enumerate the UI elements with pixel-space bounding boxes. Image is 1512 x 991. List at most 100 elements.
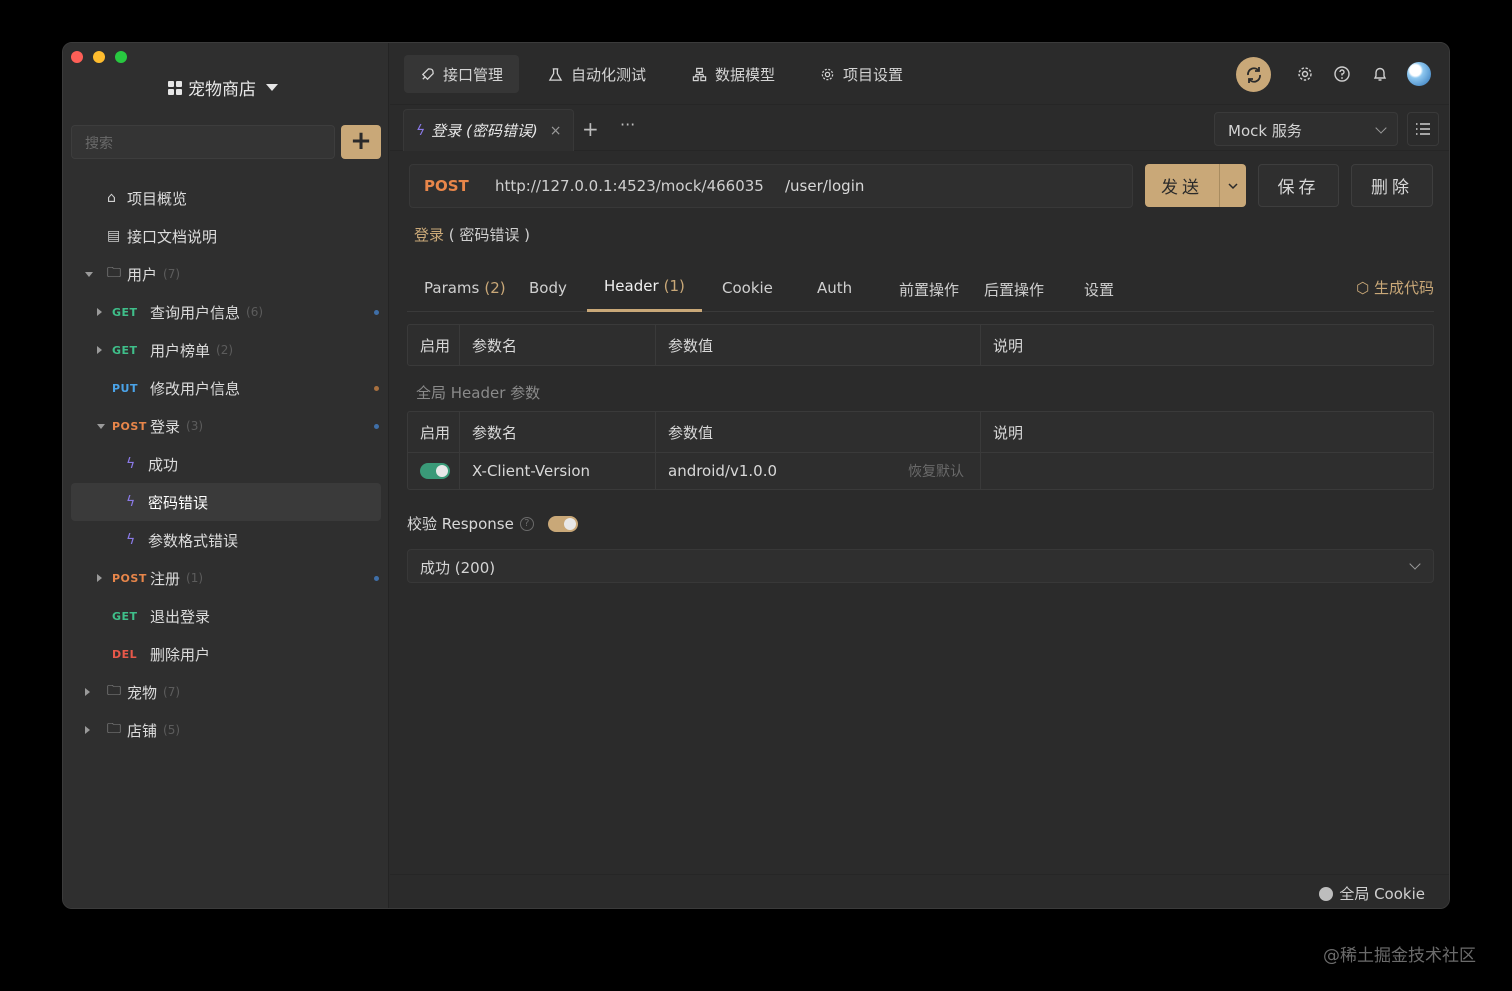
- sidebar-item-api[interactable]: PUT 修改用户信息: [63, 369, 389, 407]
- col-name: 参数名: [460, 325, 656, 365]
- environment-select[interactable]: Mock 服务: [1214, 112, 1398, 146]
- status-dot: [374, 385, 379, 391]
- sidebar-item-page[interactable]: ▤ 接口文档说明: [63, 217, 389, 255]
- method-badge: POST: [112, 419, 147, 433]
- settings-gear-icon[interactable]: [1296, 65, 1314, 83]
- bell-icon[interactable]: [1371, 65, 1389, 83]
- url-bar[interactable]: POST http://127.0.0.1:4523/mock/466035 /…: [409, 164, 1133, 208]
- avatar[interactable]: [1407, 62, 1431, 86]
- nav-tab-settings[interactable]: 项目设置: [804, 55, 919, 93]
- more-tabs-button[interactable]: ···: [620, 115, 635, 134]
- response-select-value: 成功 (200): [420, 559, 496, 577]
- close-icon[interactable]: ×: [550, 123, 562, 139]
- method-badge: GET: [112, 343, 138, 357]
- param-name-cell[interactable]: X-Client-Version: [460, 453, 656, 489]
- chevron-right-icon[interactable]: [97, 308, 102, 316]
- sidebar-item-api[interactable]: GET 查询用户信息 (6): [63, 293, 389, 331]
- param-tab-label: 设置: [1084, 281, 1115, 299]
- project-switcher[interactable]: 宠物商店: [168, 75, 278, 100]
- sidebar-item-case[interactable]: ϟ 参数格式错误: [63, 521, 389, 559]
- bank-icon: ⌂: [107, 190, 116, 206]
- generate-code-button[interactable]: ⬡ 生成代码: [1356, 277, 1434, 298]
- param-tab[interactable]: Body: [512, 279, 584, 297]
- param-value-cell[interactable]: android/v1.0.0 恢复默认: [656, 453, 981, 489]
- minimize-window-button[interactable]: [93, 51, 105, 63]
- method-label[interactable]: POST: [410, 177, 495, 195]
- restore-default-button[interactable]: 恢复默认: [908, 461, 964, 481]
- app-window: 宠物商店 搜索 + ⌂ 项目概览 ▤ 接口文档说明 🗀 用户 (7) GET 查询用户信息 (6)…: [62, 42, 1450, 909]
- verify-toggle[interactable]: [547, 515, 578, 532]
- cube-icon: ⬡: [1356, 279, 1370, 297]
- add-button[interactable]: +: [341, 125, 381, 159]
- chevron-right-icon[interactable]: [85, 688, 90, 696]
- save-button[interactable]: 保存: [1258, 164, 1339, 207]
- chevron-down-icon[interactable]: [85, 271, 93, 277]
- sidebar-item-label: 接口文档说明: [127, 227, 218, 246]
- send-dropdown[interactable]: [1219, 164, 1246, 207]
- sidebar-item-case[interactable]: ϟ 成功: [63, 445, 389, 483]
- sidebar-item-folder[interactable]: 🗀 宠物 (7): [63, 673, 389, 711]
- col-name: 参数名: [460, 412, 656, 452]
- nav-tab-autotest[interactable]: 自动化测试: [532, 55, 662, 93]
- chevron-down-icon[interactable]: [97, 423, 105, 429]
- sidebar-item-api[interactable]: POST 注册 (1): [63, 559, 389, 597]
- model-icon: [692, 67, 707, 81]
- sidebar-item-folder[interactable]: 🗀 店铺 (5): [63, 711, 389, 749]
- status-dot: [374, 309, 379, 315]
- help-icon[interactable]: ?: [519, 516, 534, 531]
- watermark: @稀土掘金技术社区: [1323, 946, 1476, 966]
- status-dot: [374, 575, 379, 581]
- col-enabled: 启用: [408, 412, 460, 452]
- doc-tab-login-wrong-password[interactable]: ϟ 登录 (密码错误) ×: [403, 109, 575, 151]
- sync-button[interactable]: [1236, 57, 1271, 92]
- enable-toggle[interactable]: [420, 463, 450, 479]
- global-cookie-label: 全局 Cookie: [1339, 885, 1425, 903]
- col-enabled: 启用: [408, 325, 460, 365]
- request-name[interactable]: 登录 ( 密码错误 ): [414, 224, 530, 245]
- search-input[interactable]: 搜索: [71, 125, 335, 159]
- method-badge: DEL: [112, 647, 138, 661]
- param-tab[interactable]: Cookie: [705, 279, 790, 297]
- sidebar-item-page[interactable]: ⌂ 项目概览: [63, 179, 389, 217]
- sidebar-item-api[interactable]: GET 用户榜单 (2): [63, 331, 389, 369]
- document-icon: ▤: [107, 228, 121, 244]
- param-tab[interactable]: 设置: [1067, 279, 1131, 300]
- nav-tab-models[interactable]: 数据模型: [676, 55, 791, 93]
- chevron-right-icon[interactable]: [97, 574, 102, 582]
- nav-tab-api[interactable]: 接口管理: [404, 55, 520, 93]
- environment-value: Mock 服务: [1228, 122, 1302, 140]
- param-tab[interactable]: 前置操作: [882, 279, 976, 300]
- list-view-button[interactable]: [1407, 112, 1439, 146]
- zoom-window-button[interactable]: [115, 51, 127, 63]
- path-input[interactable]: /user/login: [785, 177, 864, 195]
- response-select[interactable]: 成功 (200): [407, 549, 1434, 583]
- item-count: (1): [186, 571, 204, 585]
- sidebar-item-api[interactable]: GET 退出登录: [63, 597, 389, 635]
- param-desc-cell[interactable]: [981, 453, 1433, 489]
- close-window-button[interactable]: [71, 51, 83, 63]
- param-tab[interactable]: Header (1): [587, 277, 702, 312]
- doc-tab-label: 登录 (密码错误): [431, 122, 538, 140]
- param-tab[interactable]: Auth: [800, 279, 869, 297]
- rocket-icon: [421, 67, 434, 80]
- delete-button[interactable]: 删除: [1351, 164, 1433, 207]
- help-icon[interactable]: [1333, 65, 1351, 83]
- doc-tabbar: ϟ 登录 (密码错误) × + ··· Mock 服务: [390, 105, 1449, 151]
- global-header-label: 全局 Header 参数: [416, 384, 541, 402]
- param-tab[interactable]: Params (2): [407, 279, 523, 297]
- enable-cell: [408, 453, 460, 489]
- send-button[interactable]: 发送: [1145, 164, 1246, 207]
- param-tab-label: Cookie: [722, 279, 773, 297]
- sidebar-item-folder[interactable]: 🗀 用户 (7): [63, 255, 389, 293]
- new-tab-button[interactable]: +: [582, 117, 599, 141]
- chevron-right-icon[interactable]: [97, 346, 102, 354]
- status-dot: [374, 423, 379, 429]
- sidebar-item-api[interactable]: DEL 删除用户: [63, 635, 389, 673]
- global-cookie-button[interactable]: 全局 Cookie: [1319, 883, 1425, 904]
- sidebar-item-case[interactable]: ϟ 密码错误: [71, 483, 381, 521]
- param-tab-label: 前置操作: [899, 281, 960, 299]
- chevron-right-icon[interactable]: [85, 726, 90, 734]
- param-tab[interactable]: 后置操作: [967, 279, 1061, 300]
- param-tabs: 设置 后置操作 前置操作 Auth Cookie Header (1) Body Params(…: [407, 269, 1434, 312]
- sidebar-item-api[interactable]: POST 登录 (3): [63, 407, 389, 445]
